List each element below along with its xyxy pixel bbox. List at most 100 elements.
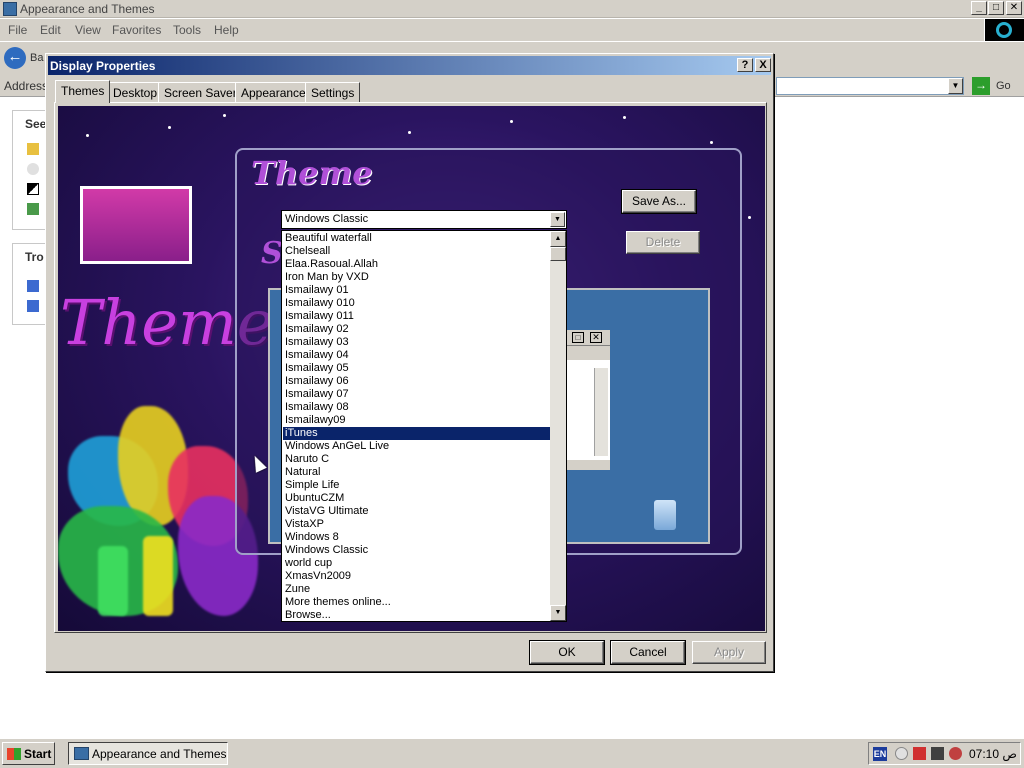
see-also-header: See (25, 117, 47, 131)
ok-button[interactable]: OK (530, 641, 604, 664)
theme-select[interactable]: Windows Classic ▼ (281, 210, 567, 229)
chevron-down-icon[interactable]: ▼ (550, 212, 565, 227)
volume-icon[interactable] (895, 747, 908, 760)
dialog-title: Display Properties (50, 59, 156, 73)
tab-appearance[interactable]: Appearance (235, 82, 312, 102)
delete-button: Delete (626, 231, 700, 254)
back-label[interactable]: Ba (30, 52, 43, 64)
high-contrast-icon[interactable] (27, 183, 39, 195)
go-arrow-icon[interactable]: → (972, 77, 990, 95)
security-shield-icon[interactable] (913, 747, 926, 760)
theme-option[interactable]: Ismailawy 010 (283, 297, 551, 310)
theme-option[interactable]: Iron Man by VXD (283, 271, 551, 284)
windows-logo-icon (985, 19, 1024, 41)
help-icon[interactable] (27, 280, 39, 292)
help-button[interactable]: ? (737, 58, 753, 72)
theme-dropdown-list: Beautiful waterfall Chelseall Elaa.Rasoual… (281, 230, 567, 622)
explorer-title-bar: Appearance and Themes _ □ ✕ (0, 0, 1024, 18)
theme-option[interactable]: Zune (283, 583, 551, 596)
help-icon-2[interactable] (27, 300, 39, 312)
theme-option[interactable]: Ismailawy 05 (283, 362, 551, 375)
system-tray: EN 07:10 ص (868, 742, 1021, 765)
theme-option[interactable]: Ismailawy09 (283, 414, 551, 427)
language-indicator[interactable]: EN (873, 747, 887, 761)
menu-help[interactable]: Help (214, 23, 239, 37)
theme-option[interactable]: iTunes (283, 427, 551, 440)
menu-file[interactable]: File (8, 23, 27, 37)
control-panel-icon (74, 747, 89, 760)
scroll-down-icon[interactable]: ▼ (550, 605, 566, 621)
control-panel-icon (3, 2, 17, 16)
recycle-bin-icon (654, 500, 676, 530)
menu-view[interactable]: View (75, 23, 101, 37)
theme-option[interactable]: Ismailawy 06 (283, 375, 551, 388)
start-button[interactable]: Start (2, 742, 55, 765)
theme-option[interactable]: world cup (283, 557, 551, 570)
sample-heading: S (261, 236, 283, 271)
network-icon[interactable] (931, 747, 944, 760)
close-button[interactable]: ✕ (1006, 1, 1022, 15)
tree-photo (80, 186, 192, 264)
theme-option[interactable]: Natural (283, 466, 551, 479)
theme-option[interactable]: Naruto C (283, 453, 551, 466)
theme-option[interactable]: VistaVG Ultimate (283, 505, 551, 518)
menu-favorites[interactable]: Favorites (112, 23, 161, 37)
theme-option[interactable]: Beautiful waterfall (283, 232, 551, 245)
back-arrow-icon[interactable]: ← (4, 47, 26, 69)
theme-select-value: Windows Classic (285, 213, 369, 225)
theme-option[interactable]: More themes online... (283, 596, 551, 609)
theme-option[interactable]: Windows Classic (283, 544, 551, 557)
theme-option[interactable]: Windows 8 (283, 531, 551, 544)
theme-option[interactable]: Browse... (283, 609, 551, 621)
theme-option[interactable]: Ismailawy 02 (283, 323, 551, 336)
theme-option[interactable]: Elaa.Rasoual.Allah (283, 258, 551, 271)
theme-option[interactable]: UbuntuCZM (283, 492, 551, 505)
theme-option[interactable]: Windows AnGeL Live (283, 440, 551, 453)
dialog-close-button[interactable]: X (755, 58, 771, 72)
address-dropdown-button[interactable]: ▼ (948, 78, 963, 94)
clock[interactable]: 07:10 ص (969, 747, 1017, 761)
font-folder-icon[interactable] (27, 143, 39, 155)
sample-window: □ ✕ (564, 330, 610, 470)
maximize-button[interactable]: □ (988, 1, 1004, 15)
menu-edit[interactable]: Edit (40, 23, 61, 37)
dialog-title-bar: Display Properties ? X (48, 56, 771, 75)
windows-flag-icon (7, 748, 21, 760)
theme-option[interactable]: Ismailawy 011 (283, 310, 551, 323)
menu-bar: File Edit View Favorites Tools Help (0, 19, 984, 41)
troubleshooters-header: Tro (25, 250, 44, 264)
desktop-picture-icon[interactable] (27, 203, 39, 215)
save-as-button[interactable]: Save As... (622, 190, 696, 213)
tab-settings[interactable]: Settings (305, 82, 361, 102)
theme-option[interactable]: Chelseall (283, 245, 551, 258)
theme-option[interactable]: Ismailawy 08 (283, 401, 551, 414)
start-label: Start (24, 747, 52, 761)
address-label: Address (4, 79, 49, 93)
explorer-title: Appearance and Themes (20, 2, 155, 16)
scroll-up-icon[interactable]: ▲ (550, 231, 566, 247)
scroll-thumb[interactable] (550, 247, 566, 261)
minimize-button[interactable]: _ (971, 1, 987, 15)
theme-option[interactable]: Ismailawy 04 (283, 349, 551, 362)
theme-option[interactable]: Ismailawy 07 (283, 388, 551, 401)
apply-button: Apply (692, 641, 766, 664)
mouse-pointer-icon[interactable] (27, 163, 39, 175)
tab-desktop[interactable]: Desktop (107, 82, 164, 102)
tab-themes[interactable]: Themes (55, 80, 111, 103)
dropdown-scrollbar[interactable]: ▲ ▼ (550, 231, 566, 621)
taskbar-item-label: Appearance and Themes (92, 747, 227, 761)
address-input[interactable] (776, 77, 964, 95)
go-button[interactable]: Go (996, 80, 1011, 92)
theme-option[interactable]: VistaXP (283, 518, 551, 531)
menu-tools[interactable]: Tools (173, 23, 201, 37)
taskbar-item-appearance-and-themes[interactable]: Appearance and Themes (68, 742, 228, 765)
theme-heading: Theme (251, 154, 373, 192)
theme-option[interactable]: Ismailawy 01 (283, 284, 551, 297)
antivirus-icon[interactable] (949, 747, 962, 760)
theme-option[interactable]: Ismailawy 03 (283, 336, 551, 349)
tab-screen-saver[interactable]: Screen Saver (158, 82, 243, 102)
theme-option[interactable]: XmasVn2009 (283, 570, 551, 583)
cancel-button[interactable]: Cancel (611, 641, 685, 664)
taskbar: Start Appearance and Themes EN 07:10 ص (0, 738, 1024, 768)
theme-option[interactable]: Simple Life (283, 479, 551, 492)
